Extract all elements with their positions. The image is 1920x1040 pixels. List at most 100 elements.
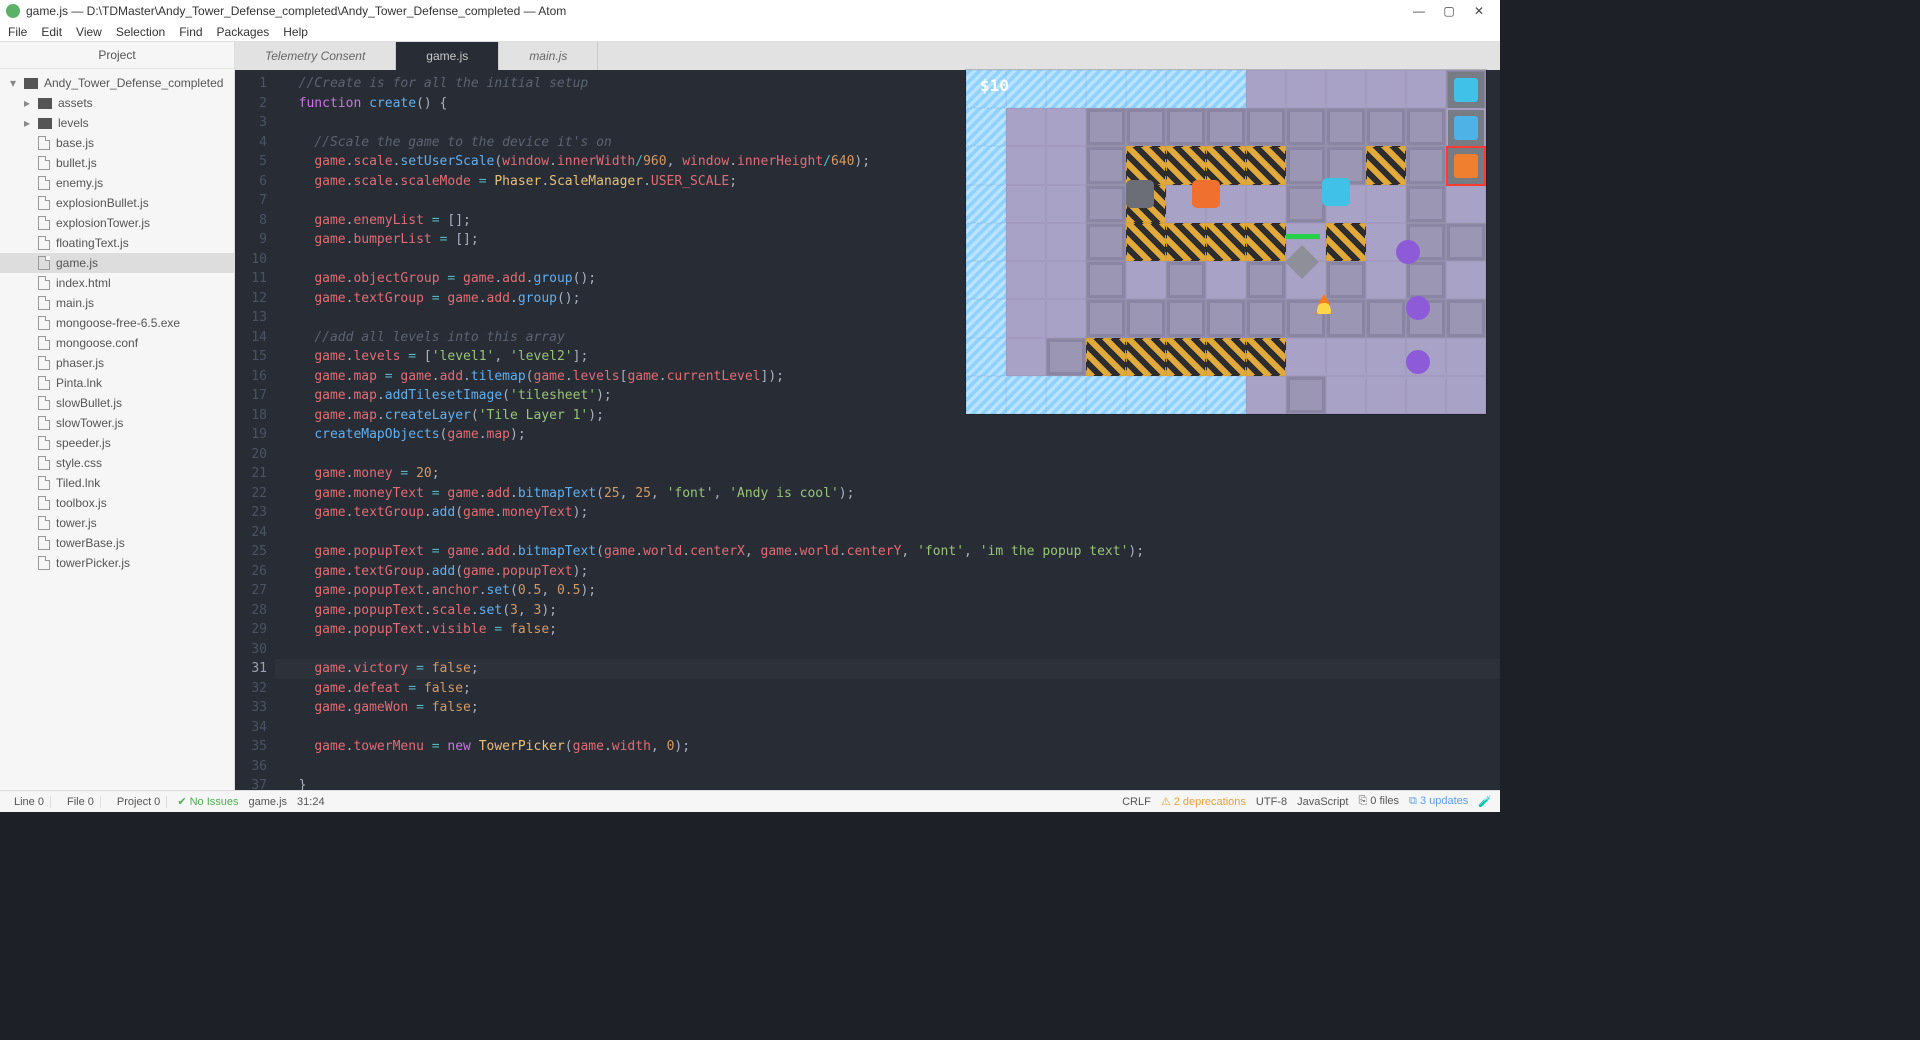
project-sidebar: Project ▾Andy_Tower_Defense_completed▸as… — [0, 42, 235, 790]
tree-file-Tiled-lnk[interactable]: Tiled.lnk — [0, 473, 234, 493]
tree-folder-assets[interactable]: ▸assets — [0, 93, 234, 113]
file-icon — [38, 356, 50, 370]
status-encoding[interactable]: UTF-8 — [1256, 796, 1287, 808]
tree-file-mongoose-free-6-5-exe[interactable]: mongoose-free-6.5.exe — [0, 313, 234, 333]
hp-bar — [1286, 234, 1320, 239]
status-updates[interactable]: ⧉ 3 updates — [1409, 795, 1468, 808]
status-filename[interactable]: game.js — [249, 796, 288, 808]
file-icon — [38, 396, 50, 410]
file-icon — [38, 156, 50, 170]
menu-find[interactable]: Find — [179, 25, 202, 39]
file-icon — [38, 136, 50, 150]
file-icon — [38, 516, 50, 530]
folder-icon — [38, 98, 52, 109]
tree-file-mongoose-conf[interactable]: mongoose.conf — [0, 333, 234, 353]
file-icon — [38, 456, 50, 470]
file-icon — [38, 176, 50, 190]
menu-selection[interactable]: Selection — [116, 25, 165, 39]
file-icon — [38, 496, 50, 510]
status-file[interactable]: File 0 — [61, 796, 101, 808]
file-icon — [38, 196, 50, 210]
enemy-sprite — [1406, 350, 1430, 374]
window-title: game.js — D:\TDMaster\Andy_Tower_Defense… — [26, 4, 566, 18]
menu-help[interactable]: Help — [283, 25, 308, 39]
tab-telemetry-consent[interactable]: Telemetry Consent — [235, 42, 396, 70]
gutter: 1234567891011121314151617181920212223242… — [235, 70, 275, 790]
file-icon — [38, 476, 50, 490]
file-tree[interactable]: ▾Andy_Tower_Defense_completed▸assets▸lev… — [0, 69, 234, 577]
tree-file-phaser-js[interactable]: phaser.js — [0, 353, 234, 373]
tree-root[interactable]: ▾Andy_Tower_Defense_completed — [0, 73, 234, 93]
file-icon — [38, 236, 50, 250]
game-preview-overlay: $10 — [966, 70, 1486, 414]
menu-view[interactable]: View — [76, 25, 102, 39]
menu-edit[interactable]: Edit — [41, 25, 62, 39]
tower-option-ice[interactable] — [1448, 72, 1484, 108]
status-eol[interactable]: CRLF — [1122, 796, 1151, 808]
tree-file-bullet-js[interactable]: bullet.js — [0, 153, 234, 173]
status-deprecations[interactable]: ⚠ 2 deprecations — [1161, 795, 1246, 808]
status-git-files[interactable]: ⎘ 0 files — [1358, 795, 1399, 808]
tree-folder-levels[interactable]: ▸levels — [0, 113, 234, 133]
close-button[interactable]: ✕ — [1464, 4, 1494, 18]
game-money: $10 — [980, 76, 1009, 95]
folder-icon — [24, 78, 38, 89]
status-issues[interactable]: ✔ No Issues — [177, 795, 238, 808]
editor-area: Telemetry Consentgame.jsmain.js 12345678… — [235, 42, 1500, 790]
tree-file-explosionBullet-js[interactable]: explosionBullet.js — [0, 193, 234, 213]
file-icon — [38, 436, 50, 450]
placed-tower — [1192, 180, 1220, 208]
file-icon — [38, 296, 50, 310]
status-language[interactable]: JavaScript — [1297, 796, 1348, 808]
enemy-sprite — [1396, 240, 1420, 264]
status-line[interactable]: Line 0 — [8, 796, 51, 808]
tree-file-towerBase-js[interactable]: towerBase.js — [0, 533, 234, 553]
tree-file-slowBullet-js[interactable]: slowBullet.js — [0, 393, 234, 413]
tree-file-Pinta-lnk[interactable]: Pinta.lnk — [0, 373, 234, 393]
tree-file-index-html[interactable]: index.html — [0, 273, 234, 293]
tab-main-js[interactable]: main.js — [499, 42, 598, 70]
file-icon — [38, 256, 50, 270]
file-icon — [38, 416, 50, 430]
file-icon — [38, 376, 50, 390]
status-beaker-icon[interactable]: 🧪 — [1478, 795, 1492, 808]
tree-file-speeder-js[interactable]: speeder.js — [0, 433, 234, 453]
status-project[interactable]: Project 0 — [111, 796, 167, 808]
tree-file-floatingText-js[interactable]: floatingText.js — [0, 233, 234, 253]
tree-file-enemy-js[interactable]: enemy.js — [0, 173, 234, 193]
menu-file[interactable]: File — [8, 25, 27, 39]
tab-game-js[interactable]: game.js — [396, 42, 499, 70]
maximize-button[interactable]: ▢ — [1434, 4, 1464, 18]
statusbar: Line 0 File 0 Project 0 ✔ No Issues game… — [0, 790, 1500, 812]
minimize-button[interactable]: — — [1404, 4, 1434, 18]
tree-file-base-js[interactable]: base.js — [0, 133, 234, 153]
tree-file-slowTower-js[interactable]: slowTower.js — [0, 413, 234, 433]
app-icon — [6, 4, 20, 18]
menubar: File Edit View Selection Find Packages Help — [0, 22, 1500, 42]
file-icon — [38, 276, 50, 290]
tab-bar: Telemetry Consentgame.jsmain.js — [235, 42, 1500, 70]
tree-file-towerPicker-js[interactable]: towerPicker.js — [0, 553, 234, 573]
file-icon — [38, 216, 50, 230]
titlebar: game.js — D:\TDMaster\Andy_Tower_Defense… — [0, 0, 1500, 22]
tree-file-game-js[interactable]: game.js — [0, 253, 234, 273]
tower-option-fire[interactable] — [1448, 148, 1484, 184]
file-icon — [38, 336, 50, 350]
tower-option-slow[interactable] — [1448, 110, 1484, 146]
tower-picker — [1448, 72, 1484, 184]
sidebar-header: Project — [0, 42, 234, 69]
menu-packages[interactable]: Packages — [217, 25, 270, 39]
tree-file-explosionTower-js[interactable]: explosionTower.js — [0, 213, 234, 233]
placed-tower — [1322, 178, 1350, 206]
tree-file-style-css[interactable]: style.css — [0, 453, 234, 473]
file-icon — [38, 536, 50, 550]
file-icon — [38, 316, 50, 330]
folder-icon — [38, 118, 52, 129]
tree-file-toolbox-js[interactable]: toolbox.js — [0, 493, 234, 513]
status-cursor[interactable]: 31:24 — [297, 796, 325, 808]
tree-file-tower-js[interactable]: tower.js — [0, 513, 234, 533]
enemy-sprite — [1406, 296, 1430, 320]
tree-file-main-js[interactable]: main.js — [0, 293, 234, 313]
placed-tower — [1126, 180, 1154, 208]
file-icon — [38, 556, 50, 570]
